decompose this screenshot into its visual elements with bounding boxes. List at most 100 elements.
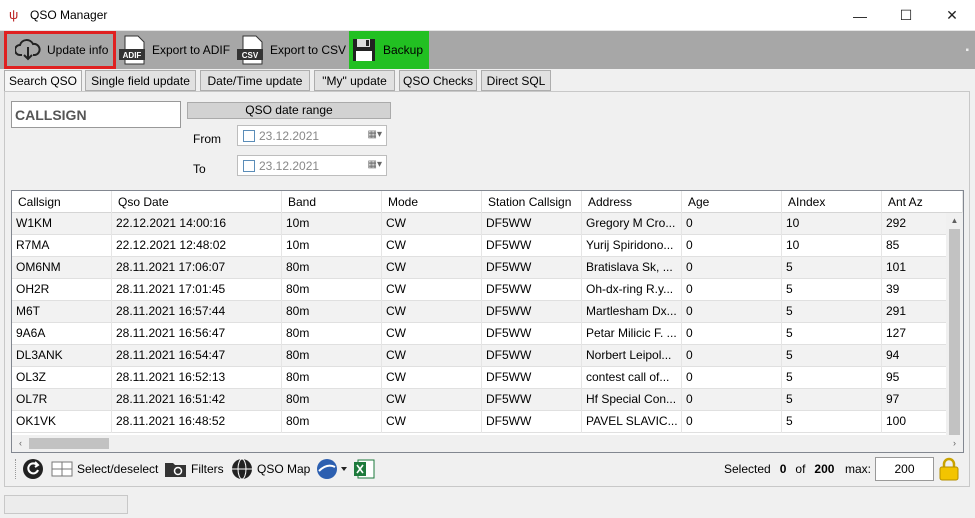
table-cell: Hf Special Con...: [582, 389, 682, 411]
table-cell: CW: [382, 279, 482, 301]
csv-file-icon: CSV: [236, 35, 266, 65]
export-adif-label: Export to ADIF: [152, 43, 231, 57]
table-cell: 80m: [282, 411, 382, 433]
from-date-checkbox[interactable]: [243, 129, 255, 142]
google-earth-button[interactable]: [315, 455, 347, 483]
qso-grid[interactable]: Callsign Qso Date Band Mode Station Callsign…: [11, 190, 964, 453]
table-row[interactable]: OL7R 28.11.2021 16:51:42 80m CW DF5WW Hf Spec…: [12, 389, 963, 411]
lock-button[interactable]: [939, 455, 959, 483]
select-deselect-button[interactable]: Select/deselect: [51, 455, 158, 483]
table-cell: OM6NM: [12, 257, 112, 279]
table-cell: Yurij Spiridono...: [582, 235, 682, 257]
table-row[interactable]: W1KM 22.12.2021 14:00:16 10m CW DF5WW Gregory…: [12, 213, 963, 235]
table-cell: OL7R: [12, 389, 112, 411]
tab-date-time-update[interactable]: Date/Time update: [200, 70, 310, 91]
vertical-scrollbar[interactable]: ▲: [946, 213, 963, 439]
scroll-right-icon[interactable]: ›: [946, 435, 963, 452]
table-cell: DF5WW: [482, 323, 582, 345]
scroll-up-icon[interactable]: ▲: [946, 213, 963, 229]
tab-single-field-update[interactable]: Single field update: [85, 70, 196, 91]
from-label: From: [193, 132, 221, 146]
callsign-input[interactable]: CALLSIGN: [11, 101, 181, 128]
column-header[interactable]: Mode: [382, 191, 482, 213]
table-cell: DL3ANK: [12, 345, 112, 367]
table-cell: 22.12.2021 14:00:16: [112, 213, 282, 235]
export-csv-button[interactable]: CSV Export to CSV: [236, 31, 346, 69]
table-row[interactable]: M6T 28.11.2021 16:57:44 80m CW DF5WW Martlesh…: [12, 301, 963, 323]
table-cell: 80m: [282, 345, 382, 367]
qso-map-label: QSO Map: [257, 462, 311, 476]
filters-button[interactable]: Filters: [164, 455, 224, 483]
calendar-dropdown-icon[interactable]: ▦▾: [368, 159, 382, 170]
table-cell: 80m: [282, 301, 382, 323]
table-cell: 0: [682, 235, 782, 257]
vertical-scroll-thumb[interactable]: [949, 229, 960, 439]
floppy-disk-icon: [349, 35, 379, 65]
table-cell: M6T: [12, 301, 112, 323]
table-cell: CW: [382, 345, 482, 367]
tab-search-qso[interactable]: Search QSO: [4, 70, 82, 92]
table-row[interactable]: OK1VK 28.11.2021 16:48:52 80m CW DF5WW PAVEL …: [12, 411, 963, 433]
column-header[interactable]: Address: [582, 191, 682, 213]
close-button[interactable]: ✕: [929, 0, 975, 31]
backup-button[interactable]: Backup: [349, 31, 430, 69]
table-row[interactable]: R7MA 22.12.2021 12:48:02 10m CW DF5WW Yurij S…: [12, 235, 963, 257]
scroll-left-icon[interactable]: ‹: [12, 435, 29, 452]
table-cell: Petar Milicic F. ...: [582, 323, 682, 345]
column-header[interactable]: Station Callsign: [482, 191, 582, 213]
table-cell: CW: [382, 389, 482, 411]
horizontal-scrollbar[interactable]: ‹ ›: [12, 435, 963, 452]
refresh-icon: [23, 459, 43, 479]
table-cell: R7MA: [12, 235, 112, 257]
qso-map-button[interactable]: QSO Map: [231, 455, 310, 483]
table-cell: 5: [782, 345, 882, 367]
table-cell: CW: [382, 257, 482, 279]
tab-my-update[interactable]: "My" update: [314, 70, 395, 91]
table-cell: 80m: [282, 389, 382, 411]
table-cell: 0: [682, 257, 782, 279]
column-header[interactable]: Age: [682, 191, 782, 213]
table-cell: DF5WW: [482, 345, 582, 367]
to-date-checkbox[interactable]: [243, 159, 255, 172]
toolbar-overflow-grip[interactable]: ▪: [965, 45, 969, 56]
grid-header: Callsign Qso Date Band Mode Station Callsign…: [12, 191, 963, 213]
maximize-button[interactable]: ☐: [883, 0, 929, 31]
table-cell: OL3Z: [12, 367, 112, 389]
table-cell: CW: [382, 411, 482, 433]
from-date-picker[interactable]: 23.12.2021 ▦▾: [237, 125, 387, 146]
table-cell: 28.11.2021 16:56:47: [112, 323, 282, 345]
calendar-dropdown-icon[interactable]: ▦▾: [368, 129, 382, 140]
table-cell: Martlesham Dx...: [582, 301, 682, 323]
table-row[interactable]: DL3ANK 28.11.2021 16:54:47 80m CW DF5WW Norbe…: [12, 345, 963, 367]
export-adif-button[interactable]: ADIF Export to ADIF: [118, 31, 230, 69]
table-row[interactable]: 9A6A 28.11.2021 16:56:47 80m CW DF5WW Petar M…: [12, 323, 963, 345]
tab-qso-checks[interactable]: QSO Checks: [399, 70, 477, 91]
table-cell: 0: [682, 279, 782, 301]
horizontal-scroll-thumb[interactable]: [29, 438, 109, 449]
table-cell: 10: [782, 213, 882, 235]
table-cell: 28.11.2021 16:54:47: [112, 345, 282, 367]
update-info-button[interactable]: Update info: [4, 31, 116, 69]
table-cell: 0: [682, 367, 782, 389]
refresh-button[interactable]: [22, 455, 44, 483]
to-date-picker[interactable]: 23.12.2021 ▦▾: [237, 155, 387, 176]
close-icon: ✕: [946, 7, 958, 23]
table-row[interactable]: OM6NM 28.11.2021 17:06:07 80m CW DF5WW Bratis…: [12, 257, 963, 279]
table-cell: DF5WW: [482, 257, 582, 279]
column-header[interactable]: AIndex: [782, 191, 882, 213]
table-cell: 5: [782, 301, 882, 323]
tab-direct-sql[interactable]: Direct SQL: [481, 70, 551, 91]
column-header[interactable]: Ant Az: [882, 191, 963, 213]
table-cell: DF5WW: [482, 389, 582, 411]
window-title: QSO Manager: [30, 8, 108, 22]
table-row[interactable]: OL3Z 28.11.2021 16:52:13 80m CW DF5WW contest…: [12, 367, 963, 389]
table-cell: 10: [782, 235, 882, 257]
column-header[interactable]: Qso Date: [112, 191, 282, 213]
column-header[interactable]: Callsign: [12, 191, 112, 213]
column-header[interactable]: Band: [282, 191, 382, 213]
minimize-button[interactable]: —: [837, 0, 883, 31]
max-input[interactable]: 200: [875, 457, 934, 481]
table-row[interactable]: OH2R 28.11.2021 17:01:45 80m CW DF5WW Oh-dx-r…: [12, 279, 963, 301]
adif-file-icon: ADIF: [118, 35, 148, 65]
excel-export-button[interactable]: [353, 455, 375, 483]
